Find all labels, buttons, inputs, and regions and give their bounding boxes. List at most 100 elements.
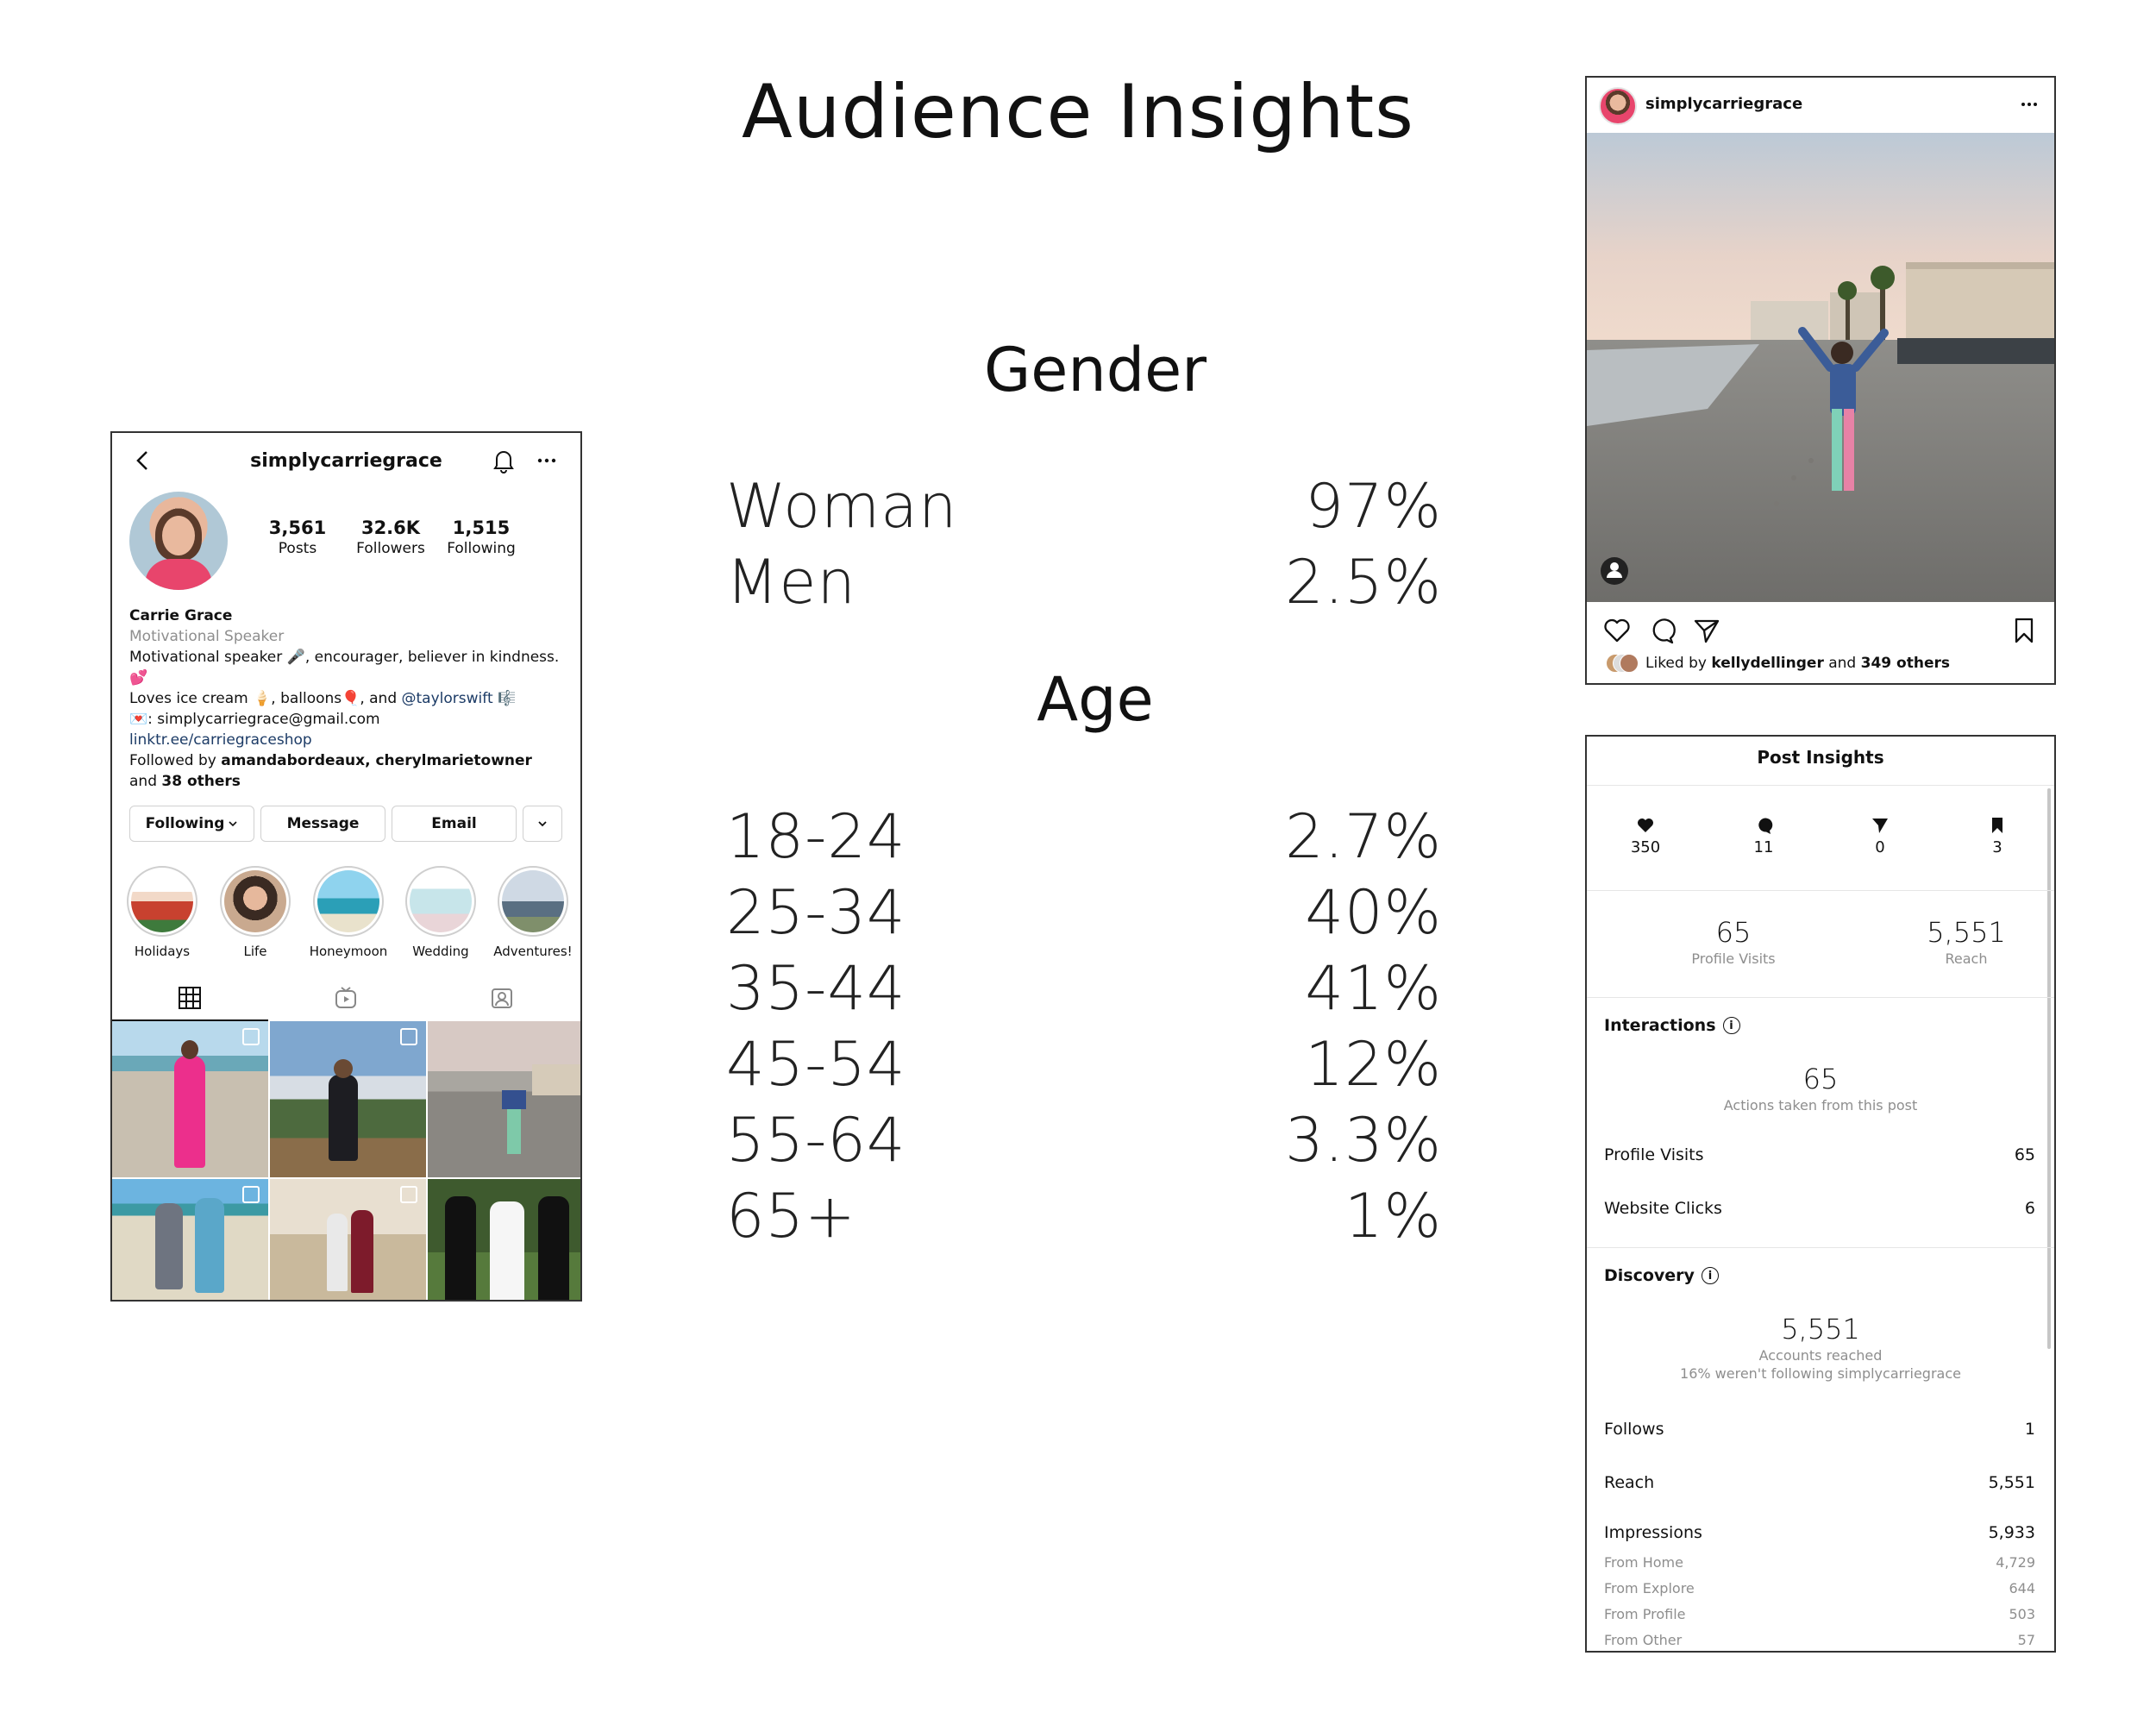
divider <box>1587 997 2054 998</box>
grid-post[interactable] <box>112 1179 268 1300</box>
profile-screenshot: simplycarriegrace 3,561 Posts 32.6K Foll… <box>110 431 582 1302</box>
age-value: 2.7% <box>1285 801 1442 872</box>
divider <box>1587 1247 2054 1248</box>
divider <box>1587 785 2054 786</box>
highlight-label: Wedding <box>412 944 469 959</box>
info-icon[interactable]: i <box>1701 1267 1719 1284</box>
discovery-heading: Discovery i <box>1604 1266 1719 1285</box>
following-button[interactable]: Following <box>129 806 254 842</box>
highlight-life[interactable]: Life <box>212 866 298 959</box>
posts-stat[interactable]: 3,561 Posts <box>254 518 341 557</box>
age-label: 25-34 <box>726 877 906 948</box>
highlight-label: Life <box>243 944 267 959</box>
grid-post[interactable] <box>428 1179 580 1300</box>
impressions-source-row: From Profile 503 <box>1604 1606 2035 1622</box>
message-button[interactable]: Message <box>260 806 385 842</box>
liked-by[interactable]: Liked by kellydellinger and 349 others <box>1606 654 1950 673</box>
igtv-icon[interactable] <box>333 985 359 1011</box>
interactions-summary: 65 Actions taken from this post <box>1723 1063 1918 1113</box>
grid-post[interactable] <box>270 1021 426 1177</box>
comment-icon[interactable] <box>1647 616 1677 645</box>
bell-icon[interactable] <box>490 447 517 474</box>
post-avatar[interactable] <box>1599 87 1637 125</box>
reach-row: Reach 5,551 <box>1604 1473 2035 1492</box>
gender-label: Woman <box>726 471 958 542</box>
post-actions <box>1587 602 2054 654</box>
age-value: 1% <box>1344 1181 1442 1251</box>
profile-name: Carrie Grace <box>129 607 233 624</box>
discovery-summary: 5,551 Accounts reached 16% weren't follo… <box>1680 1313 1961 1382</box>
profile-tabs <box>112 976 580 1019</box>
grid-icon[interactable] <box>177 985 203 1011</box>
bio-line: Loves ice cream 🍦, balloons🎈, and @taylo… <box>129 690 517 707</box>
impressions-row: Impressions 5,933 <box>1604 1523 2035 1542</box>
post-username[interactable]: simplycarriegrace <box>1645 95 1802 113</box>
highlight-label: Honeymoon <box>309 944 388 959</box>
followed-by-others[interactable]: and 38 others <box>129 771 569 792</box>
age-label: 45-54 <box>726 1029 906 1100</box>
age-heading: Age <box>1037 664 1154 735</box>
post-photo[interactable] <box>1587 133 2054 602</box>
age-label: 55-64 <box>726 1105 906 1176</box>
highlight-wedding[interactable]: Wedding <box>398 866 484 959</box>
age-value: 41% <box>1305 953 1442 1024</box>
age-label: 18-24 <box>726 801 906 872</box>
age-label: 35-44 <box>726 953 906 1024</box>
post-screenshot: simplycarriegrace Liked by kellydellinge… <box>1585 76 2056 685</box>
profile-visits-row: Profile Visits 65 <box>1604 1145 2035 1164</box>
gender-label: Men <box>726 547 856 618</box>
grid-post[interactable] <box>428 1021 580 1177</box>
highlight-holidays[interactable]: Holidays <box>119 866 205 959</box>
chevron-down-icon <box>538 821 547 827</box>
impressions-source-row: From Explore 644 <box>1604 1580 2035 1596</box>
gender-value: 2.5% <box>1285 547 1442 618</box>
more-options-icon[interactable] <box>2016 91 2042 117</box>
divider <box>1587 890 2054 891</box>
followers-stat[interactable]: 32.6K Followers <box>343 518 438 557</box>
bookmark-icon[interactable] <box>2009 616 2039 645</box>
following-label: Following <box>447 540 516 557</box>
post-header: simplycarriegrace <box>1587 78 2054 133</box>
profile-header: simplycarriegrace <box>112 433 580 492</box>
gender-value: 97% <box>1305 471 1442 542</box>
comment-icon <box>1758 818 1773 834</box>
age-row: 45-54 12% <box>726 1026 1442 1103</box>
liker-avatar <box>1620 654 1639 673</box>
impressions-source-row: From Home 4,729 <box>1604 1554 2035 1571</box>
bio-link[interactable]: linktr.ee/carriegraceshop <box>129 730 569 750</box>
share-icon[interactable] <box>1692 616 1721 645</box>
mention-link[interactable]: @taylorswift <box>402 690 493 707</box>
followers-count: 32.6K <box>360 518 421 538</box>
age-row: 55-64 3.3% <box>726 1101 1442 1179</box>
grid-post[interactable] <box>270 1179 426 1300</box>
heart-icon[interactable] <box>1602 616 1632 645</box>
age-label: 65+ <box>726 1181 856 1251</box>
following-count: 1,515 <box>452 518 511 538</box>
post-grid <box>112 1021 580 1300</box>
following-stat[interactable]: 1,515 Following <box>434 518 529 557</box>
followed-by[interactable]: Followed by amandabordeaux, cherylmariet… <box>129 750 569 771</box>
bio-line: 💕 <box>129 669 148 687</box>
highlight-adventures[interactable]: Adventures! <box>490 866 576 959</box>
profile-category: Motivational Speaker <box>129 628 285 645</box>
info-icon[interactable]: i <box>1722 1017 1740 1034</box>
highlight-label: Holidays <box>134 944 191 959</box>
profile-bio: Carrie Grace Motivational Speaker Motiva… <box>129 605 569 792</box>
gender-row-men: Men 2.5% <box>726 543 1442 621</box>
suggested-dropdown-button[interactable] <box>523 806 562 842</box>
insights-title: Post Insights <box>1757 747 1884 768</box>
age-row: 18-24 2.7% <box>726 798 1442 875</box>
age-row: 35-44 41% <box>726 950 1442 1027</box>
highlight-honeymoon[interactable]: Honeymoon <box>305 866 392 959</box>
age-value: 40% <box>1305 877 1442 948</box>
profile-avatar[interactable] <box>129 492 228 590</box>
saves-metric: 3 <box>1971 816 2023 856</box>
interactions-heading: Interactions i <box>1604 1016 1740 1035</box>
shares-metric: 0 <box>1854 816 1906 856</box>
bookmark-icon <box>1992 818 2002 833</box>
more-options-icon[interactable] <box>533 447 561 474</box>
tagged-icon[interactable] <box>489 985 515 1011</box>
grid-post[interactable] <box>112 1021 268 1177</box>
age-row: 65+ 1% <box>726 1177 1442 1255</box>
email-button[interactable]: Email <box>392 806 517 842</box>
